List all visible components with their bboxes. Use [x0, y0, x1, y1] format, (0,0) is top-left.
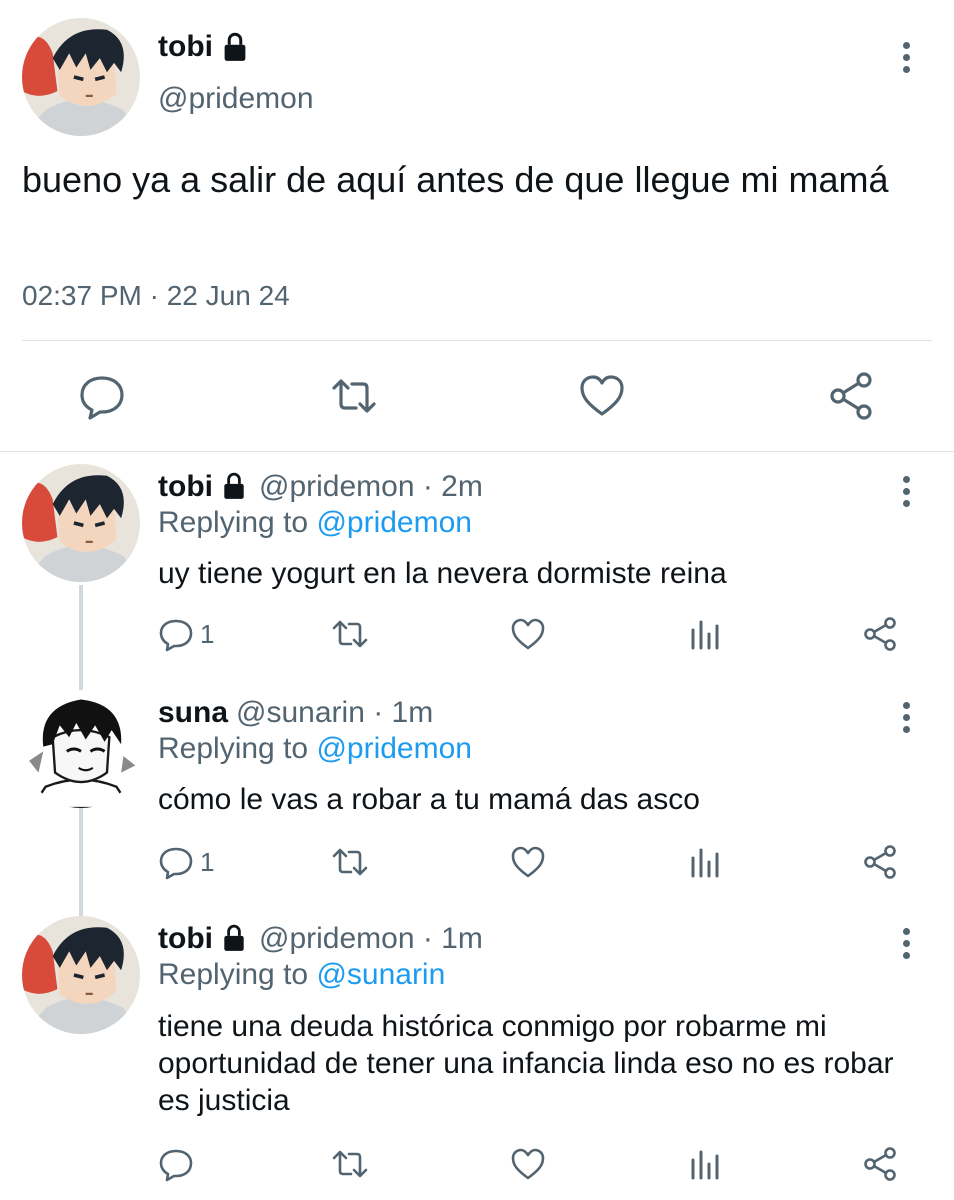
- avatar[interactable]: [22, 464, 140, 582]
- reply-count: 1: [200, 846, 215, 877]
- retweet-icon[interactable]: [332, 842, 368, 882]
- replying-prefix: Replying to: [158, 958, 309, 991]
- share-icon[interactable]: [862, 1144, 898, 1184]
- handle[interactable]: @pridemon: [158, 82, 314, 116]
- lock-icon: [221, 32, 249, 62]
- replying-mention[interactable]: @pridemon: [316, 732, 472, 765]
- reply-button[interactable]: 1: [158, 842, 214, 882]
- main-tweet: tobi @pridemon bueno ya a salir de aquí …: [0, 0, 954, 452]
- action-bar: 1: [0, 614, 954, 654]
- more-icon[interactable]: [898, 38, 914, 78]
- timestamp[interactable]: 02:37 PM · 22 Jun 24: [22, 280, 290, 312]
- analytics-icon[interactable]: [688, 842, 724, 882]
- reply-button[interactable]: [158, 1144, 200, 1184]
- reply-header: tobi @pridemon · 1m: [158, 922, 483, 956]
- divider: [22, 340, 932, 341]
- reply-icon[interactable]: [78, 370, 126, 422]
- reply-header: tobi @pridemon · 2m: [158, 470, 483, 504]
- share-icon[interactable]: [862, 842, 898, 882]
- reply-tweet[interactable]: suna @sunarin · 1m Replying to @pridemon…: [0, 678, 954, 904]
- action-bar: 1: [0, 842, 954, 882]
- more-icon[interactable]: [898, 698, 914, 738]
- replying-to: Replying to @pridemon: [158, 506, 472, 540]
- action-bar: [0, 1144, 954, 1184]
- avatar[interactable]: [22, 18, 140, 136]
- more-icon[interactable]: [898, 924, 914, 964]
- action-bar: [0, 370, 954, 426]
- reply-text: cómo le vas a robar a tu mamá das asco: [158, 783, 700, 816]
- reply-text: tiene una deuda histórica conmigo por ro…: [158, 1010, 894, 1117]
- display-name[interactable]: tobi: [158, 922, 213, 956]
- more-icon[interactable]: [898, 472, 914, 512]
- avatar-image: [22, 18, 140, 136]
- reply-icon: [159, 1149, 193, 1182]
- avatar-image: [22, 464, 140, 582]
- like-icon[interactable]: [510, 614, 546, 654]
- analytics-icon[interactable]: [688, 1144, 724, 1184]
- display-name[interactable]: suna: [158, 696, 228, 730]
- reply-icon: [159, 619, 193, 652]
- avatar-image: [22, 916, 140, 1034]
- like-icon[interactable]: [510, 1144, 546, 1184]
- retweet-icon[interactable]: [332, 614, 368, 654]
- handle-time[interactable]: @pridemon · 2m: [259, 470, 483, 504]
- display-name[interactable]: tobi: [158, 30, 213, 64]
- avatar[interactable]: [22, 690, 140, 808]
- replying-prefix: Replying to: [158, 732, 309, 765]
- share-icon[interactable]: [828, 370, 876, 422]
- display-name[interactable]: tobi: [158, 470, 213, 504]
- avatar-image: [22, 690, 140, 808]
- share-icon[interactable]: [862, 614, 898, 654]
- replying-mention[interactable]: @pridemon: [316, 506, 472, 539]
- replying-to: Replying to @pridemon: [158, 732, 472, 766]
- replying-to: Replying to @sunarin: [158, 958, 445, 992]
- reply-icon: [159, 847, 193, 880]
- like-icon[interactable]: [578, 370, 626, 422]
- display-name-row[interactable]: tobi: [158, 30, 249, 64]
- replying-prefix: Replying to: [158, 506, 309, 539]
- reply-text: uy tiene yogurt en la nevera dormiste re…: [158, 557, 727, 590]
- reply-count: 1: [200, 618, 215, 649]
- handle-time[interactable]: @pridemon · 1m: [259, 922, 483, 956]
- reply-tweet[interactable]: tobi @pridemon · 2m Replying to @pridemo…: [0, 452, 954, 678]
- reply-header: suna @sunarin · 1m: [158, 696, 433, 730]
- lock-icon: [221, 472, 249, 502]
- reply-tweet[interactable]: tobi @pridemon · 1m Replying to @sunarin…: [0, 904, 954, 1200]
- retweet-icon[interactable]: [330, 370, 378, 422]
- handle-time[interactable]: @sunarin · 1m: [236, 696, 433, 730]
- like-icon[interactable]: [510, 842, 546, 882]
- replying-mention[interactable]: @sunarin: [316, 958, 445, 991]
- lock-icon: [221, 924, 249, 954]
- tweet-text: bueno ya a salir de aquí antes de que ll…: [22, 159, 889, 200]
- retweet-icon[interactable]: [332, 1144, 368, 1184]
- avatar[interactable]: [22, 916, 140, 1034]
- analytics-icon[interactable]: [688, 614, 724, 654]
- reply-button[interactable]: 1: [158, 614, 214, 654]
